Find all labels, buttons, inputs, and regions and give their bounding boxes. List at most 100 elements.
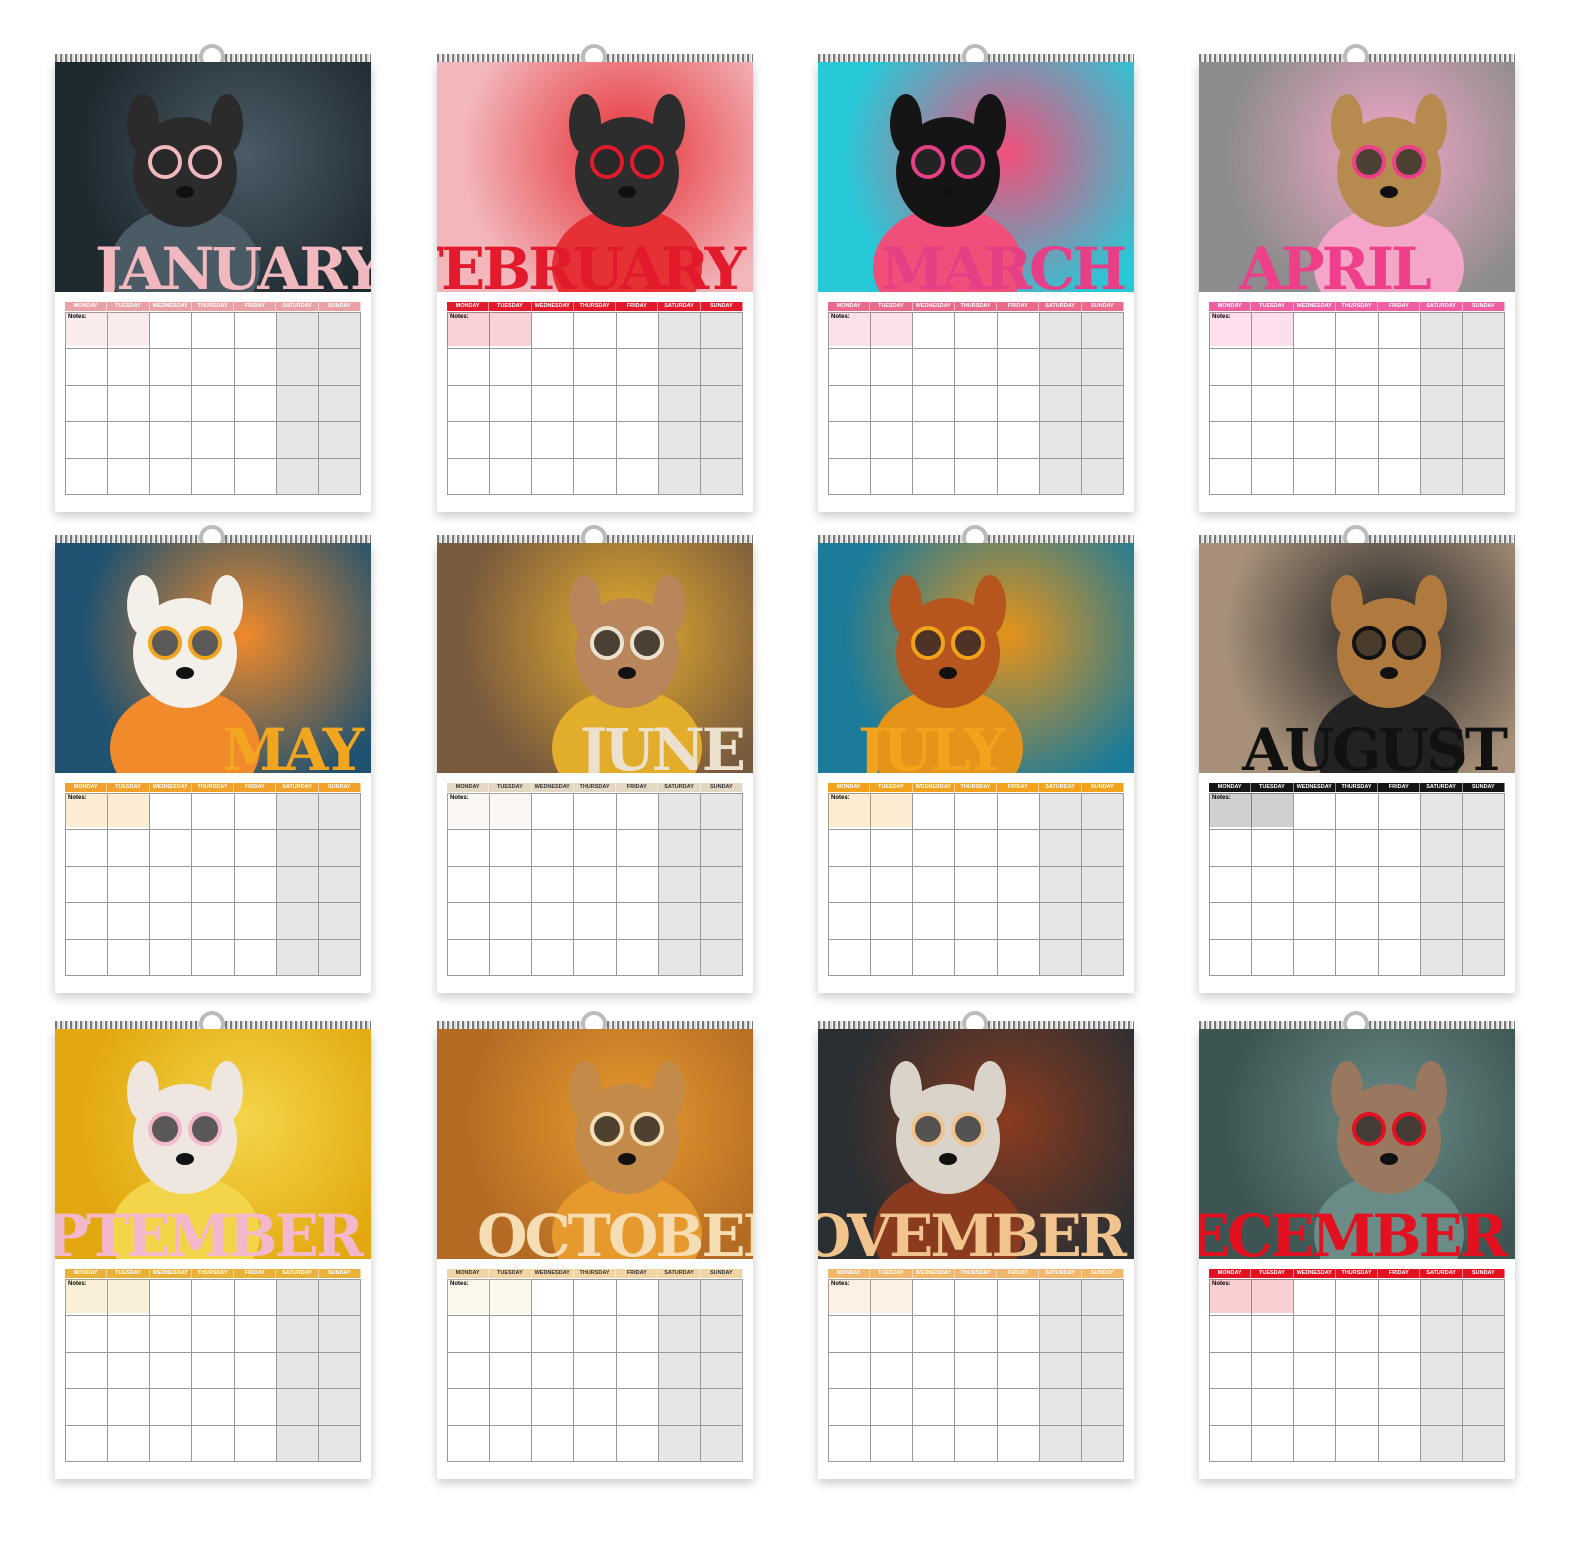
day-cell bbox=[871, 939, 914, 976]
day-cell bbox=[829, 1389, 872, 1426]
day-cell bbox=[913, 1280, 956, 1317]
day-cell bbox=[448, 349, 491, 386]
day-cell bbox=[574, 1280, 617, 1317]
day-cell bbox=[1420, 1425, 1463, 1462]
day-cell bbox=[276, 1425, 319, 1462]
day-cell bbox=[150, 794, 193, 831]
month-grid: MONDAY TUESDAY WEDNESDAY THURSDAY FRIDAY SATU… bbox=[65, 302, 361, 502]
weekday-label: WEDNESDAY bbox=[532, 783, 574, 792]
day-cell bbox=[490, 349, 533, 386]
month-grid: MONDAY TUESDAY WEDNESDAY THURSDAY FRIDAY SATU… bbox=[828, 783, 1124, 983]
day-cell bbox=[234, 1352, 277, 1390]
day-cell bbox=[150, 1352, 193, 1390]
day-cell bbox=[1081, 1280, 1124, 1317]
day-cell bbox=[658, 903, 701, 940]
day-cell bbox=[192, 939, 235, 976]
day-cell bbox=[66, 385, 109, 423]
weekday-label: FRIDAY bbox=[1378, 783, 1421, 792]
day-cell bbox=[616, 1280, 659, 1317]
weekday-label: WEDNESDAY bbox=[1294, 783, 1336, 792]
day-cell bbox=[574, 1352, 617, 1390]
weekday-label: TUESDAY bbox=[870, 783, 913, 792]
weekday-label: SATURDAY bbox=[1420, 783, 1463, 792]
month-grid: MONDAY TUESDAY WEDNESDAY THURSDAY FRIDAY SATU… bbox=[65, 783, 361, 983]
day-cell bbox=[829, 1352, 872, 1390]
day-cell bbox=[1039, 422, 1082, 459]
day-cell bbox=[1081, 1389, 1124, 1426]
day-cell bbox=[318, 313, 361, 350]
day-cell bbox=[616, 794, 659, 831]
dog-photo: JUNE bbox=[437, 543, 753, 773]
day-cell bbox=[658, 349, 701, 386]
day-cell bbox=[1336, 385, 1379, 423]
day-cell bbox=[276, 1316, 319, 1353]
day-cell bbox=[276, 1389, 319, 1426]
day-cell bbox=[532, 385, 575, 423]
day-cell bbox=[616, 313, 659, 350]
notes-box: Notes: bbox=[828, 793, 912, 827]
day-cell bbox=[1462, 313, 1505, 350]
dog-photo: MARCH bbox=[818, 62, 1134, 292]
day-cell bbox=[997, 1280, 1040, 1317]
month-title: APRIL bbox=[1239, 235, 1432, 292]
day-cell bbox=[658, 1352, 701, 1390]
day-cell bbox=[276, 1280, 319, 1317]
day-cell bbox=[192, 385, 235, 423]
day-cell bbox=[871, 1425, 914, 1462]
day-cell bbox=[658, 866, 701, 904]
weekday-label: SATURDAY bbox=[1039, 1269, 1082, 1278]
day-cell bbox=[700, 1280, 743, 1317]
month-grid: MONDAY TUESDAY WEDNESDAY THURSDAY FRIDAY SATU… bbox=[828, 302, 1124, 502]
day-cell bbox=[1462, 349, 1505, 386]
day-cell bbox=[1081, 903, 1124, 940]
day-cell bbox=[150, 1389, 193, 1426]
day-cell bbox=[1336, 1280, 1379, 1317]
weekday-label: MONDAY bbox=[1209, 302, 1252, 311]
day-cell bbox=[997, 903, 1040, 940]
day-cell bbox=[1378, 794, 1421, 831]
weekday-label: TUESDAY bbox=[1251, 302, 1294, 311]
day-cell bbox=[448, 458, 491, 495]
day-cell bbox=[616, 903, 659, 940]
day-cell bbox=[700, 1389, 743, 1426]
weekday-label: WEDNESDAY bbox=[532, 1269, 574, 1278]
month-grid: MONDAY TUESDAY WEDNESDAY THURSDAY FRIDAY SATU… bbox=[1209, 783, 1505, 983]
day-cell bbox=[616, 1389, 659, 1426]
weekday-label: FRIDAY bbox=[997, 783, 1040, 792]
day-cell bbox=[490, 1425, 533, 1462]
day-cell bbox=[658, 830, 701, 867]
day-cell bbox=[1210, 1425, 1253, 1462]
day-cell bbox=[658, 458, 701, 495]
day-cell bbox=[1210, 385, 1253, 423]
weekday-label: SATURDAY bbox=[1039, 783, 1082, 792]
day-cell bbox=[108, 866, 151, 904]
weekday-label: FRIDAY bbox=[1378, 302, 1421, 311]
day-cell bbox=[66, 349, 109, 386]
day-cell bbox=[1252, 1389, 1295, 1426]
day-cell bbox=[1378, 1425, 1421, 1462]
day-cell bbox=[490, 1352, 533, 1390]
month-title: SEPTEMBER bbox=[55, 1202, 364, 1259]
day-cell bbox=[574, 939, 617, 976]
day-cell bbox=[700, 1316, 743, 1353]
day-cell bbox=[1294, 903, 1337, 940]
day-cell bbox=[997, 866, 1040, 904]
month-title: OCTOBER bbox=[477, 1202, 753, 1259]
day-cell bbox=[913, 458, 956, 495]
day-cell bbox=[1420, 313, 1463, 350]
day-cell bbox=[913, 866, 956, 904]
day-cell bbox=[448, 903, 491, 940]
day-cell bbox=[871, 1389, 914, 1426]
day-cell bbox=[700, 794, 743, 831]
day-cell bbox=[871, 866, 914, 904]
day-cell bbox=[1420, 866, 1463, 904]
month-title: AUGUST bbox=[1242, 716, 1508, 773]
day-cell bbox=[871, 1316, 914, 1353]
day-cell bbox=[1378, 830, 1421, 867]
day-cell bbox=[1252, 866, 1295, 904]
weekday-label: TUESDAY bbox=[489, 783, 532, 792]
day-cell bbox=[448, 939, 491, 976]
day-cell bbox=[574, 1389, 617, 1426]
day-cell bbox=[955, 794, 998, 831]
day-cell bbox=[66, 1352, 109, 1390]
